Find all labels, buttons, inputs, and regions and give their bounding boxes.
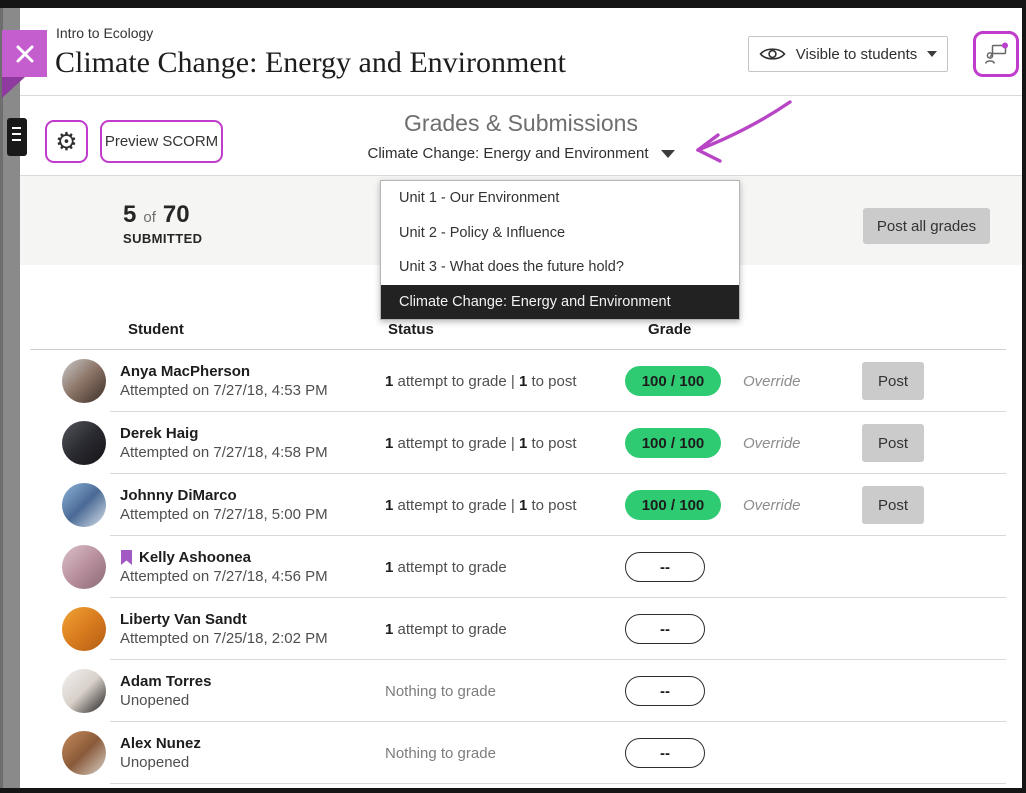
main-panel: Intro to Ecology Climate Change: Energy … bbox=[20, 8, 1022, 788]
student-name: Alex Nunez bbox=[120, 735, 201, 752]
post-button[interactable]: Post bbox=[862, 486, 924, 524]
grade-pill[interactable]: 100 / 100 bbox=[625, 366, 721, 396]
dropdown-caret-icon bbox=[661, 150, 675, 158]
ribbon-fold bbox=[2, 77, 25, 98]
avatar bbox=[62, 607, 106, 651]
chevron-down-icon bbox=[927, 51, 937, 57]
eye-icon bbox=[759, 46, 786, 62]
avatar bbox=[62, 731, 106, 775]
status-text: 1 attempt to grade | 1 to post bbox=[385, 497, 625, 514]
status-text: Nothing to grade bbox=[385, 745, 625, 762]
student-name: Adam Torres bbox=[120, 673, 211, 690]
hamburger-menu-button[interactable] bbox=[7, 118, 27, 156]
attempt-info: Unopened bbox=[120, 692, 385, 709]
override-label: Override bbox=[743, 497, 801, 514]
status-text: 1 attempt to grade | 1 to post bbox=[385, 373, 625, 390]
grade-pill[interactable]: -- bbox=[625, 738, 705, 768]
content-menu: Unit 1 - Our EnvironmentUnit 2 - Policy … bbox=[380, 180, 740, 320]
menu-item[interactable]: Unit 3 - What does the future hold? bbox=[381, 250, 739, 285]
visibility-dropdown[interactable]: Visible to students bbox=[748, 36, 948, 72]
submitted-label: SUBMITTED bbox=[123, 231, 202, 246]
app-window: Intro to Ecology Climate Change: Energy … bbox=[0, 0, 1026, 793]
table-row[interactable]: Johnny DiMarco Attempted on 7/27/18, 5:0… bbox=[20, 474, 1022, 536]
attempt-info: Attempted on 7/27/18, 4:53 PM bbox=[120, 382, 385, 399]
avatar bbox=[62, 359, 106, 403]
grade-pill[interactable]: 100 / 100 bbox=[625, 490, 721, 520]
attempt-info: Attempted on 7/27/18, 4:58 PM bbox=[120, 444, 385, 461]
grades-table: Student Status Grade Anya MacPherson Att… bbox=[20, 265, 1022, 784]
toolbar: ⚙ Preview SCORM Grades & Submissions Cli… bbox=[20, 96, 1022, 176]
attempt-info: Attempted on 7/27/18, 4:56 PM bbox=[120, 568, 385, 585]
breadcrumb: Intro to Ecology bbox=[56, 25, 153, 41]
student-name: Liberty Van Sandt bbox=[120, 611, 247, 628]
grade-pill[interactable]: -- bbox=[625, 676, 705, 706]
close-panel-button[interactable] bbox=[2, 30, 47, 77]
student-name: Johnny DiMarco bbox=[120, 487, 237, 504]
table-row[interactable]: Anya MacPherson Attempted on 7/27/18, 4:… bbox=[20, 350, 1022, 412]
post-button[interactable]: Post bbox=[862, 362, 924, 400]
menu-item[interactable]: Climate Change: Energy and Environment bbox=[381, 285, 739, 320]
section-title: Grades & Submissions bbox=[20, 110, 1022, 137]
avatar bbox=[62, 421, 106, 465]
menu-item[interactable]: Unit 1 - Our Environment bbox=[381, 181, 739, 216]
submitted-count: 5 bbox=[123, 201, 136, 229]
of-label: of bbox=[143, 209, 156, 226]
attempt-info: Attempted on 7/25/18, 2:02 PM bbox=[120, 630, 385, 647]
avatar bbox=[62, 483, 106, 527]
table-row[interactable]: Derek Haig Attempted on 7/27/18, 4:58 PM… bbox=[20, 412, 1022, 474]
status-text: 1 attempt to grade bbox=[385, 559, 625, 576]
student-name: Kelly Ashoonea bbox=[139, 549, 251, 566]
submission-stats: 5 of 70 SUBMITTED bbox=[123, 201, 202, 246]
content-selector[interactable]: Climate Change: Energy and Environment bbox=[368, 145, 675, 162]
student-name: Anya MacPherson bbox=[120, 363, 250, 380]
content-selector-value: Climate Change: Energy and Environment bbox=[368, 145, 649, 162]
post-button[interactable]: Post bbox=[862, 424, 924, 462]
post-all-grades-button[interactable]: Post all grades bbox=[863, 208, 990, 244]
table-row[interactable]: Liberty Van Sandt Attempted on 7/25/18, … bbox=[20, 598, 1022, 660]
attempt-info: Attempted on 7/27/18, 5:00 PM bbox=[120, 506, 385, 523]
status-text: 1 attempt to grade bbox=[385, 621, 625, 638]
total-count: 70 bbox=[163, 201, 190, 229]
column-header-status: Status bbox=[388, 321, 648, 338]
page-title: Climate Change: Energy and Environment bbox=[55, 46, 566, 80]
student-table-body: Anya MacPherson Attempted on 7/27/18, 4:… bbox=[20, 350, 1022, 784]
grade-pill[interactable]: -- bbox=[625, 614, 705, 644]
attempt-info: Unopened bbox=[120, 754, 385, 771]
page-header: Intro to Ecology Climate Change: Energy … bbox=[20, 8, 1022, 96]
column-header-grade: Grade bbox=[648, 321, 848, 338]
close-icon bbox=[15, 44, 35, 64]
status-text: 1 attempt to grade | 1 to post bbox=[385, 435, 625, 452]
status-text: Nothing to grade bbox=[385, 683, 625, 700]
menu-item[interactable]: Unit 2 - Policy & Influence bbox=[381, 216, 739, 251]
table-row[interactable]: Alex Nunez Unopened Nothing to grade -- bbox=[20, 722, 1022, 784]
student-name: Derek Haig bbox=[120, 425, 198, 442]
override-label: Override bbox=[743, 373, 801, 390]
student-preview-button[interactable] bbox=[973, 31, 1019, 77]
table-row[interactable]: Kelly Ashoonea Attempted on 7/27/18, 4:5… bbox=[20, 536, 1022, 598]
avatar bbox=[62, 669, 106, 713]
column-header-student: Student bbox=[128, 321, 388, 338]
bookmark-flag-icon bbox=[120, 550, 133, 566]
override-label: Override bbox=[743, 435, 801, 452]
avatar bbox=[62, 545, 106, 589]
visibility-label: Visible to students bbox=[796, 46, 917, 63]
grade-pill[interactable]: -- bbox=[625, 552, 705, 582]
person-flag-icon bbox=[983, 41, 1009, 67]
grade-pill[interactable]: 100 / 100 bbox=[625, 428, 721, 458]
table-row[interactable]: Adam Torres Unopened Nothing to grade -- bbox=[20, 660, 1022, 722]
